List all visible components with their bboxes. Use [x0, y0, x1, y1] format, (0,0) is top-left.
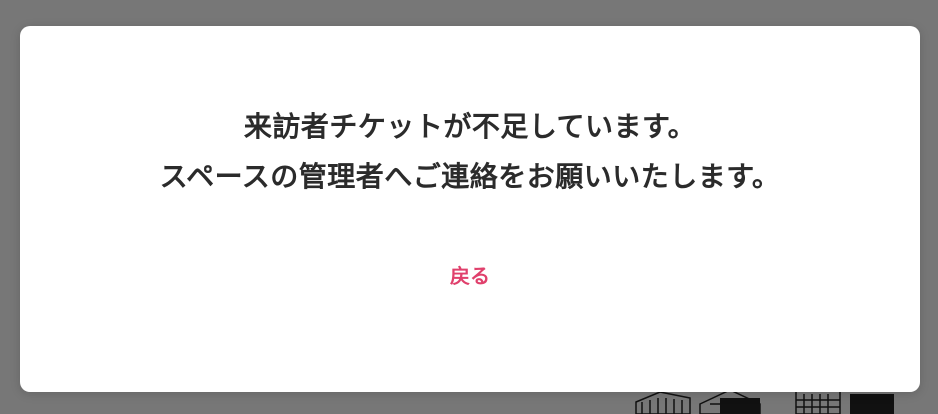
- notice-dialog: 来訪者チケットが不足しています。 スペースの管理者へご連絡をお願いいたします。 …: [20, 26, 920, 392]
- message-line-1: 来訪者チケットが不足しています。: [243, 110, 697, 143]
- back-button[interactable]: 戻る: [420, 256, 520, 296]
- dialog-message: 来訪者チケットが不足しています。 スペースの管理者へご連絡をお願いいたします。: [20, 102, 920, 202]
- modal-backdrop[interactable]: 来訪者チケットが不足しています。 スペースの管理者へご連絡をお願いいたします。 …: [0, 0, 938, 414]
- message-line-2: スペースの管理者へご連絡をお願いいたします。: [159, 160, 781, 193]
